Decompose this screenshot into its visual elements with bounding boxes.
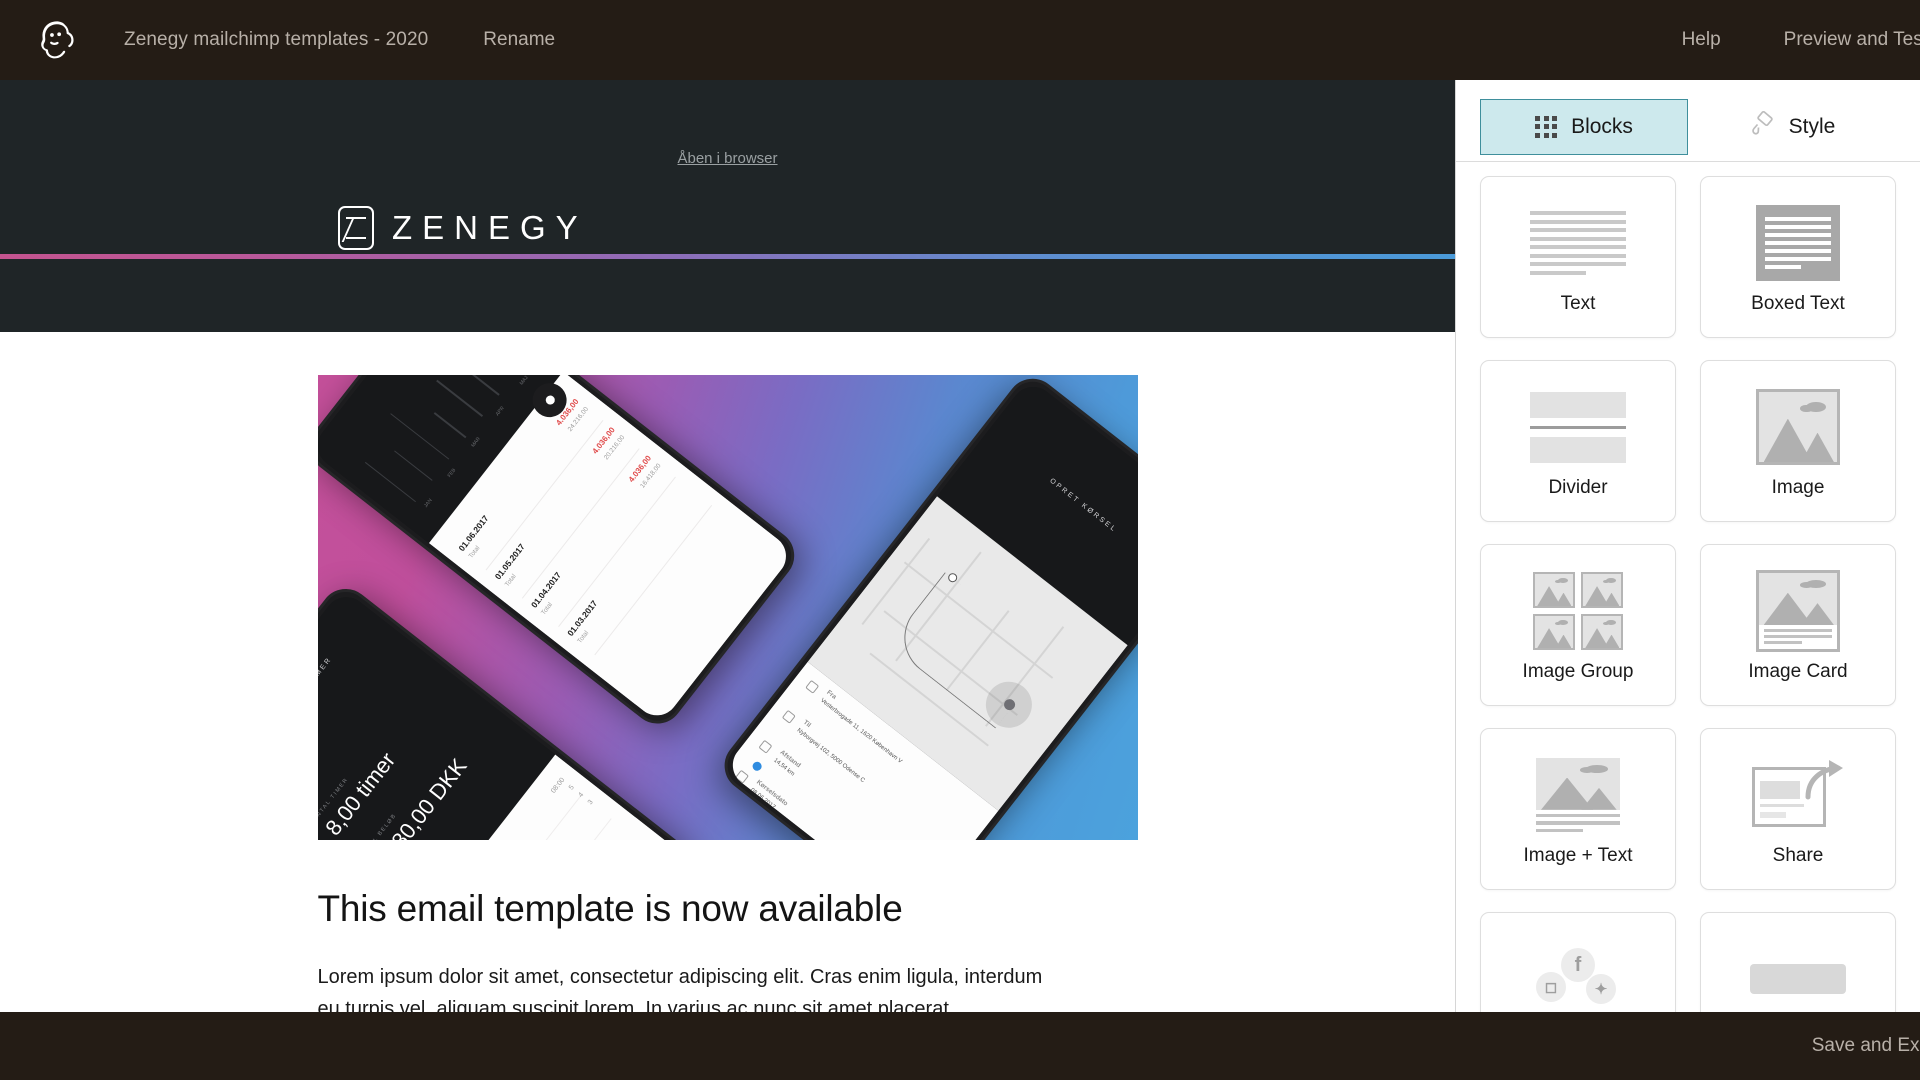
image-group-icon [1481, 567, 1675, 655]
project-title: Zenegy mailchimp templates - 2020 [124, 29, 429, 50]
email-header-lower-band [0, 259, 1455, 332]
top-bar-left: Zenegy mailchimp templates - 2020 Rename [0, 0, 555, 80]
email-text-block[interactable]: This email template is now available Lor… [318, 840, 1138, 1025]
social-follow-icon: f ◻ ✦ [1481, 935, 1675, 1023]
block-label: Boxed Text [1751, 293, 1845, 314]
preview-and-test-button[interactable]: Preview and Test [1784, 29, 1920, 51]
tab-blocks-label: Blocks [1571, 114, 1633, 138]
instagram-icon: ◻ [1536, 972, 1566, 1002]
image-text-icon [1481, 751, 1675, 839]
phone-mockup-mileage: OPRET KØRSEL Fra Vesterbrogade 11, 1620 … [713, 375, 1138, 840]
hero-image-block[interactable]: JAN FEB MAR APR MAJ 01.06.2017 Total 4.036,0… [317, 375, 1138, 840]
image-icon [1701, 383, 1895, 471]
block-card-image-card[interactable]: Image Card [1700, 544, 1896, 706]
block-card-image-text[interactable]: Image + Text [1480, 728, 1676, 890]
blocks-grid: Text Boxed Text Divider Image Image Grou… [1480, 176, 1896, 1074]
twitter-icon: ✦ [1586, 974, 1616, 1004]
footer-bar: Save and Exit [0, 1012, 1920, 1080]
zenegy-logo: ZENEGY [338, 206, 588, 250]
template-editor-app: Zenegy mailchimp templates - 2020 Rename… [0, 0, 1920, 1080]
item-label: Til [801, 718, 812, 730]
open-in-browser-row: Åben i browser [0, 150, 1455, 168]
tab-style[interactable]: Style [1688, 98, 1896, 155]
help-button[interactable]: Help [1682, 29, 1721, 51]
top-bar: Zenegy mailchimp templates - 2020 Rename… [0, 0, 1920, 80]
boxed-text-icon [1701, 199, 1895, 287]
zenegy-wordmark: ZENEGY [392, 209, 588, 246]
rename-button[interactable]: Rename [483, 29, 555, 51]
zenegy-mark-icon [338, 206, 375, 250]
block-label: Image Card [1748, 661, 1848, 682]
divider-icon [1481, 383, 1675, 471]
text-lines-icon [1481, 199, 1675, 287]
mailchimp-freddie-icon[interactable] [18, 17, 96, 63]
tab-blocks[interactable]: Blocks [1480, 98, 1688, 155]
blocks-scroll-area[interactable]: Text Boxed Text Divider Image Image Grou… [1456, 162, 1920, 1080]
paint-roller-icon [1749, 110, 1775, 143]
block-card-boxed-text[interactable]: Boxed Text [1700, 176, 1896, 338]
image-card-icon [1701, 567, 1895, 655]
email-body: JAN FEB MAR APR MAJ 01.06.2017 Total 4.036,0… [0, 332, 1455, 1026]
block-card-image[interactable]: Image [1700, 360, 1896, 522]
block-label: Divider [1548, 477, 1608, 498]
block-card-divider[interactable]: Divider [1480, 360, 1676, 522]
block-card-share[interactable]: Share [1700, 728, 1896, 890]
item-label: Fra [824, 688, 838, 701]
top-bar-right: Help Preview and Test [1682, 0, 1920, 80]
block-label: Image [1771, 477, 1825, 498]
email-canvas[interactable]: Åben i browser ZENEGY JAN FEB MAR APR MA… [0, 80, 1455, 1080]
open-in-browser-link[interactable]: Åben i browser [677, 150, 777, 167]
save-and-exit-button[interactable]: Save and Exit [1812, 1035, 1920, 1057]
panel-tab-bar: Blocks Style [1456, 80, 1920, 162]
block-card-text[interactable]: Text [1480, 176, 1676, 338]
facebook-icon: f [1561, 948, 1595, 982]
block-card-image-group[interactable]: Image Group [1480, 544, 1676, 706]
blocks-panel: Blocks Style Text Boxed Text Divider Ima… [1455, 80, 1920, 1080]
email-header-block[interactable]: Åben i browser ZENEGY [0, 80, 1455, 254]
phone3-screen: OPRET KØRSEL Fra Vesterbrogade 11, 1620 … [723, 378, 1138, 840]
block-label: Text [1560, 293, 1596, 314]
share-icon [1701, 751, 1895, 839]
tab-style-label: Style [1788, 114, 1836, 138]
block-label: Share [1772, 845, 1824, 866]
grid-icon [1535, 115, 1558, 138]
email-heading: This email template is now available [317, 888, 903, 929]
block-label: Image Group [1522, 661, 1634, 682]
block-label: Image + Text [1523, 845, 1633, 866]
button-icon [1701, 935, 1895, 1023]
